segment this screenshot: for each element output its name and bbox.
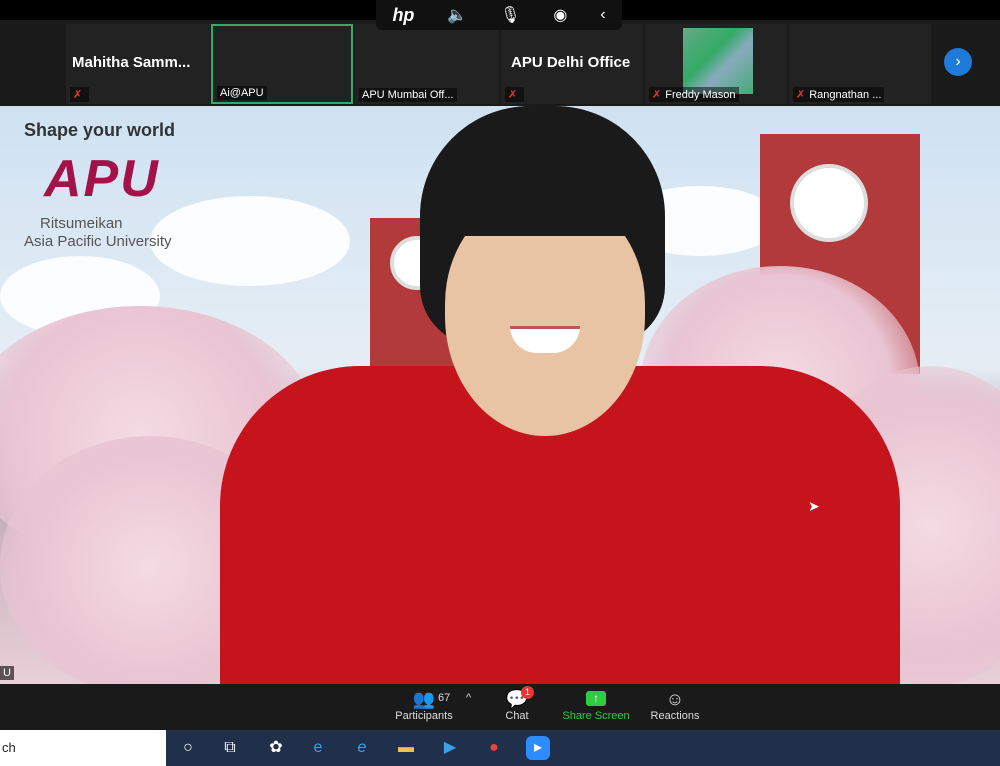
video-name-label: U — [0, 666, 14, 680]
participant-tile[interactable]: ✗ Rangnathan ... — [789, 24, 931, 104]
tagline: Shape your world — [24, 120, 176, 140]
participant-tile[interactable]: APU Delhi Office ✗ — [501, 24, 643, 104]
university-name: Ritsumeikan Asia Pacific University — [24, 215, 172, 250]
participants-count: 67 — [438, 692, 451, 704]
participant-label: ✗ — [505, 87, 525, 102]
participants-options-caret-icon[interactable]: ^ — [466, 692, 471, 704]
chat-button[interactable]: 💬 Chat — [492, 688, 542, 722]
participant-tile[interactable]: ✗ Freddy Mason — [645, 24, 787, 104]
participant-tile-active[interactable]: Ai@APU — [211, 24, 353, 104]
video-app-icon[interactable]: ▶ — [438, 736, 462, 760]
mouse-cursor-icon: ➤ — [808, 498, 820, 514]
file-explorer-icon[interactable]: ▬ — [394, 736, 418, 760]
participant-tile[interactable]: APU Mumbai Off... — [355, 24, 499, 104]
reactions-icon: ☺ — [665, 689, 685, 709]
participant-video-thumbnail — [683, 28, 753, 94]
participant-name: Mahitha Samm... — [72, 54, 191, 71]
participant-label: ✗ Freddy Mason — [649, 87, 739, 102]
ie-icon[interactable]: e — [350, 736, 374, 760]
share-screen-button[interactable]: ↑ Share Screen — [560, 688, 632, 722]
participant-label: Ai@APU — [217, 86, 267, 100]
hp-logo: hp — [392, 4, 415, 25]
apu-branding: Shape your world APU Ritsumeikan Asia Pa… — [24, 120, 175, 251]
taskbar-search-box[interactable]: ch — [0, 730, 166, 766]
participant-tile[interactable]: Mahitha Samm... ✗ — [66, 24, 210, 104]
collapse-chevron-icon[interactable]: ‹ — [600, 6, 605, 24]
edge-icon[interactable]: e — [306, 736, 330, 760]
cortana-icon[interactable]: ○ — [176, 736, 200, 760]
participant-label: APU Mumbai Off... — [359, 88, 457, 102]
chrome-icon[interactable]: ● — [482, 736, 506, 760]
muted-mic-icon: ✗ — [652, 89, 662, 101]
speaker-icon[interactable]: 🔈 — [447, 5, 467, 25]
apu-logo: APU — [44, 150, 160, 208]
reactions-button[interactable]: ☺ Reactions — [646, 688, 704, 722]
broadcast-icon[interactable]: ◉ — [553, 5, 567, 25]
task-view-icon[interactable]: ⧉ — [218, 736, 242, 760]
next-page-arrow-icon[interactable]: › — [944, 48, 972, 76]
hp-control-bar: hp 🔈 🎙 ◉ ‹ — [376, 0, 622, 30]
share-screen-icon: ↑ — [586, 691, 606, 706]
participant-strip: Mahitha Samm... ✗ Ai@APU APU Mumbai Off.… — [0, 20, 1000, 106]
chat-unread-badge: 1 — [521, 686, 534, 699]
muted-mic-icon: ✗ — [73, 89, 83, 101]
participant-label: ✗ Rangnathan ... — [793, 87, 885, 102]
zoom-icon[interactable]: ▸ — [526, 736, 550, 760]
meeting-toolbar: 👥 Participants 💬 Chat ↑ Share Screen ☺ R… — [0, 684, 1000, 730]
app-icon[interactable]: ✿ — [264, 736, 288, 760]
participant-label: ✗ — [70, 87, 90, 102]
main-video: Shape your world APU Ritsumeikan Asia Pa… — [0, 106, 1000, 684]
chat-icon: 💬 — [505, 689, 529, 709]
mic-icon[interactable]: 🎙 — [500, 5, 520, 25]
participant-name: APU Delhi Office — [511, 54, 631, 71]
muted-mic-icon: ✗ — [508, 89, 518, 101]
muted-mic-icon: ✗ — [796, 89, 806, 101]
windows-taskbar: ch ○ ⧉ ✿ e e ▬ ▶ ● ▸ — [0, 730, 1000, 766]
